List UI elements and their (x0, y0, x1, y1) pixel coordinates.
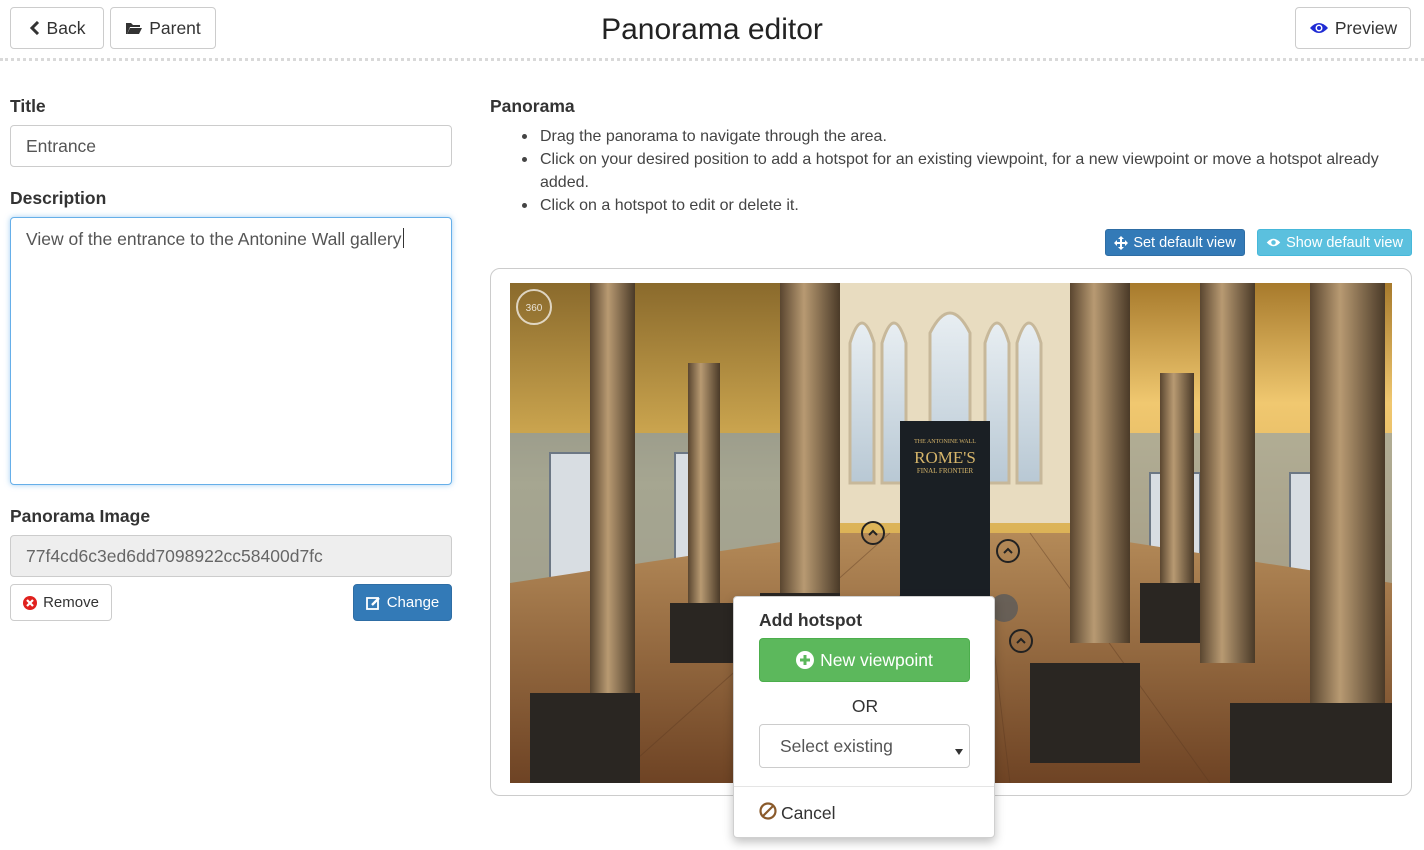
popup-divider (734, 786, 994, 787)
move-arrows-icon (1114, 235, 1129, 250)
new-viewpoint-label: New viewpoint (820, 649, 933, 670)
edit-icon (365, 596, 381, 610)
show-default-view-button[interactable]: Show default view (1257, 229, 1412, 256)
cancel-button[interactable]: Cancel (759, 802, 835, 825)
hotspot-arrow-icon[interactable] (861, 521, 885, 545)
dropdown-arrow-icon (955, 742, 963, 760)
preview-button[interactable]: Preview (1295, 7, 1411, 49)
hotspot-arrow-icon[interactable] (996, 539, 1020, 563)
remove-circle-icon (23, 595, 38, 610)
ban-icon (759, 802, 777, 825)
new-viewpoint-button[interactable]: New viewpoint (759, 638, 970, 682)
plus-circle-icon (796, 651, 815, 669)
bullet (522, 134, 527, 139)
cancel-label: Cancel (781, 803, 836, 823)
title-label: Title (10, 96, 46, 116)
sign-top-text: THE ANTONINE WALL (914, 439, 976, 445)
description-text: View of the entrance to the Antonine Wal… (26, 229, 402, 249)
instruction-3: Click on a hotspot to edit or delete it. (540, 197, 799, 214)
header-divider (0, 58, 1424, 63)
select-existing-label: Select existing (780, 736, 893, 756)
instruction-2: Click on your desired position to add a … (540, 151, 1379, 168)
instruction-2-cont: added. (540, 174, 589, 191)
sign-main-text: ROME'S (914, 448, 976, 467)
remove-button[interactable]: Remove (10, 584, 112, 621)
description-label: Description (10, 188, 107, 208)
eye-icon (1266, 237, 1281, 248)
panorama-heading: Panorama (490, 96, 575, 116)
preview-label: Preview (1334, 17, 1398, 38)
remove-label: Remove (43, 594, 99, 611)
bullet (522, 203, 527, 208)
eye-icon (1309, 21, 1329, 35)
panorama-image-label: Panorama Image (10, 506, 151, 526)
bullet (522, 157, 527, 162)
description-textarea[interactable]: View of the entrance to the Antonine Wal… (10, 217, 452, 485)
or-text: OR (851, 696, 879, 716)
change-button[interactable]: Change (353, 584, 452, 621)
select-existing-dropdown[interactable]: Select existing (759, 724, 970, 768)
popup-title: Add hotspot (759, 610, 863, 630)
panorama-image-field: 77f4cd6c3ed6dd7098922cc58400d7fc (10, 535, 452, 577)
show-default-view-label: Show default view (1286, 234, 1403, 251)
badge-360-text: 360 (526, 303, 543, 314)
page-title: Panorama editor (601, 13, 823, 46)
title-input[interactable]: Entrance (10, 125, 452, 167)
set-default-view-button[interactable]: Set default view (1105, 229, 1245, 256)
sign-sub-text: FINAL FRONTIER (917, 467, 974, 475)
add-hotspot-popup: Add hotspot New viewpoint OR Select exis… (733, 596, 995, 838)
change-label: Change (386, 594, 440, 611)
hotspot-arrow-icon[interactable] (1009, 629, 1033, 653)
set-default-view-label: Set default view (1133, 234, 1236, 251)
text-cursor (402, 228, 404, 248)
instruction-1: Drag the panorama to navigate through th… (540, 128, 887, 145)
